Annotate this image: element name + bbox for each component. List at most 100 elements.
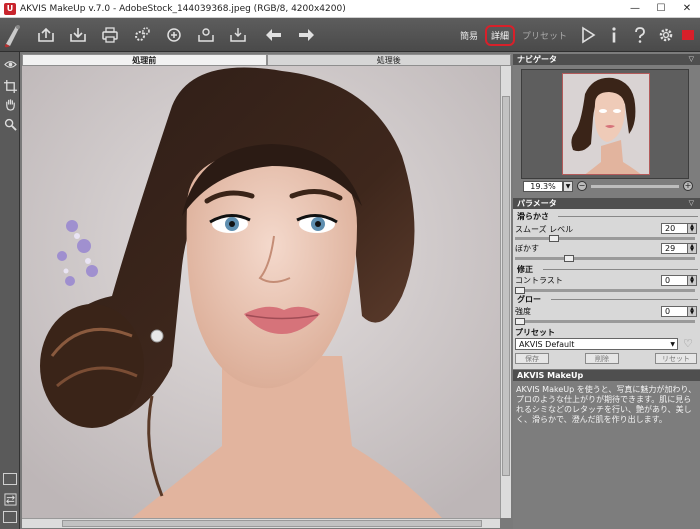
- run-button[interactable]: [576, 23, 600, 47]
- navigator-viewport[interactable]: [562, 73, 650, 175]
- save-image-button[interactable]: [66, 23, 90, 47]
- blur-input[interactable]: 29 ▲ ▼: [661, 243, 697, 254]
- smoothing-group-title: 滑らかさ: [517, 212, 549, 221]
- contrast-slider[interactable]: [515, 287, 695, 294]
- settings-button[interactable]: [654, 23, 678, 47]
- collapse-params-icon[interactable]: ▽: [689, 198, 694, 209]
- window-controls: — ☐ ✕: [622, 0, 700, 18]
- before-after-toggle[interactable]: [2, 56, 18, 72]
- navigator-title: ナビゲータ: [517, 55, 557, 64]
- info-icon: [612, 27, 616, 43]
- redo-button[interactable]: [294, 23, 318, 47]
- flag-icon[interactable]: [682, 30, 694, 40]
- eye-icon: [3, 60, 17, 68]
- zoom-out-button[interactable]: −: [577, 181, 587, 191]
- group-divider: [543, 269, 698, 270]
- navigator-header[interactable]: ナビゲータ ▽: [513, 54, 700, 65]
- contrast-input[interactable]: 0 ▲ ▼: [661, 275, 697, 286]
- split-view-icon: [3, 492, 17, 506]
- params-header[interactable]: パラメータ ▽: [513, 198, 700, 209]
- split-view-toggle[interactable]: [2, 491, 18, 507]
- navigator-preview[interactable]: [521, 69, 689, 179]
- tab-before[interactable]: 処理前: [22, 54, 267, 66]
- share-button[interactable]: [162, 23, 186, 47]
- portrait-photo: [22, 66, 500, 518]
- hand-tool[interactable]: [2, 96, 18, 112]
- blur-value: 29: [665, 244, 676, 253]
- save-image-icon: [70, 27, 86, 42]
- spin-arrows-icon[interactable]: ▲ ▼: [687, 276, 696, 285]
- run-icon: [582, 26, 596, 44]
- strength-slider[interactable]: [515, 318, 695, 325]
- strength-value: 0: [665, 307, 671, 316]
- spin-arrows-icon[interactable]: ▲ ▼: [687, 224, 696, 233]
- zoom-row: 19.3% ▼ − +: [517, 181, 697, 193]
- zoom-field[interactable]: 19.3%: [523, 181, 563, 192]
- favorite-heart-icon[interactable]: ♡: [683, 337, 693, 350]
- preset-selected: AKVIS Default: [519, 340, 575, 349]
- app-window: U AKVIS MakeUp v.7.0 - AdobeStock_144039…: [0, 0, 700, 529]
- zoom-tool[interactable]: [2, 116, 18, 132]
- zoom-slider[interactable]: [591, 185, 679, 188]
- mode-simple-button[interactable]: 簡易: [456, 27, 482, 44]
- print-button[interactable]: [98, 23, 122, 47]
- strength-input[interactable]: 0 ▲ ▼: [661, 306, 697, 317]
- canvas-horizontal-scrollbar[interactable]: [22, 518, 500, 528]
- glow-group-title: グロー: [517, 295, 541, 304]
- vertical-scroll-thumb[interactable]: [502, 96, 510, 476]
- contrast-slider-knob[interactable]: [515, 287, 525, 294]
- smoothness-input[interactable]: 20 ▲ ▼: [661, 223, 697, 234]
- redo-arrow-icon: [299, 28, 314, 41]
- preset-select[interactable]: AKVIS Default ▼: [515, 338, 678, 350]
- mode-presets-button[interactable]: プリセット: [518, 27, 571, 44]
- settings-icon: [659, 28, 673, 42]
- blur-label: ぼかす: [515, 244, 539, 253]
- right-panel: ナビゲータ ▽ 19.3% ▼ − + パラメータ ▽ 滑らかさ スムーズ レベ…: [513, 52, 700, 529]
- close-button[interactable]: ✕: [674, 0, 700, 18]
- preset-save-button[interactable]: 保存: [515, 353, 549, 364]
- correction-group-title: 修正: [517, 265, 533, 274]
- preset-reset-button[interactable]: リセット: [655, 353, 697, 364]
- spin-arrows-icon[interactable]: ▲ ▼: [687, 307, 696, 316]
- strength-slider-knob[interactable]: [515, 318, 525, 325]
- chevron-down-icon: ▼: [670, 341, 675, 348]
- contrast-value: 0: [665, 276, 671, 285]
- smoothness-label: スムーズ レベル: [515, 225, 574, 234]
- smoothness-slider[interactable]: [515, 235, 695, 242]
- navigator-thumbnail: [563, 74, 649, 174]
- info-button[interactable]: [602, 23, 626, 47]
- maximize-button[interactable]: ☐: [648, 0, 674, 18]
- minimize-button[interactable]: —: [622, 0, 648, 18]
- share-icon: [167, 27, 181, 42]
- mode-advanced-button[interactable]: 詳細: [484, 24, 515, 46]
- zoom-in-button[interactable]: +: [683, 181, 693, 191]
- compare-view-toggle[interactable]: [3, 511, 17, 523]
- save-preset-button[interactable]: [194, 23, 218, 47]
- params-title: パラメータ: [517, 199, 557, 208]
- horizontal-scroll-thumb[interactable]: [62, 520, 482, 527]
- group-divider: [558, 216, 698, 217]
- canvas-vertical-scrollbar[interactable]: [500, 66, 511, 518]
- preset-delete-button[interactable]: 削除: [585, 353, 619, 364]
- batch-processing-button[interactable]: [130, 23, 154, 47]
- collapse-navigator-icon[interactable]: ▽: [689, 54, 694, 65]
- smoothness-slider-knob[interactable]: [549, 235, 559, 242]
- spin-arrows-icon[interactable]: ▲ ▼: [687, 244, 696, 253]
- help-header: AKVIS MakeUp: [513, 370, 700, 381]
- help-button[interactable]: [628, 23, 652, 47]
- open-image-button[interactable]: [34, 23, 58, 47]
- crop-tool[interactable]: [2, 78, 18, 94]
- left-toolbar: [0, 52, 20, 529]
- undo-arrow-icon: [266, 28, 281, 41]
- print-icon: [102, 26, 118, 43]
- zoom-dropdown-icon[interactable]: ▼: [563, 181, 573, 192]
- load-preset-button[interactable]: [226, 23, 250, 47]
- zoom-icon: [4, 118, 17, 131]
- single-view-toggle[interactable]: [3, 473, 17, 485]
- tab-after[interactable]: 処理後: [266, 54, 511, 66]
- blur-slider[interactable]: [515, 255, 695, 262]
- blur-slider-knob[interactable]: [564, 255, 575, 262]
- undo-button[interactable]: [262, 23, 286, 47]
- toolbar-right: 簡易 詳細 プリセット: [456, 18, 700, 52]
- image-canvas[interactable]: [22, 66, 500, 518]
